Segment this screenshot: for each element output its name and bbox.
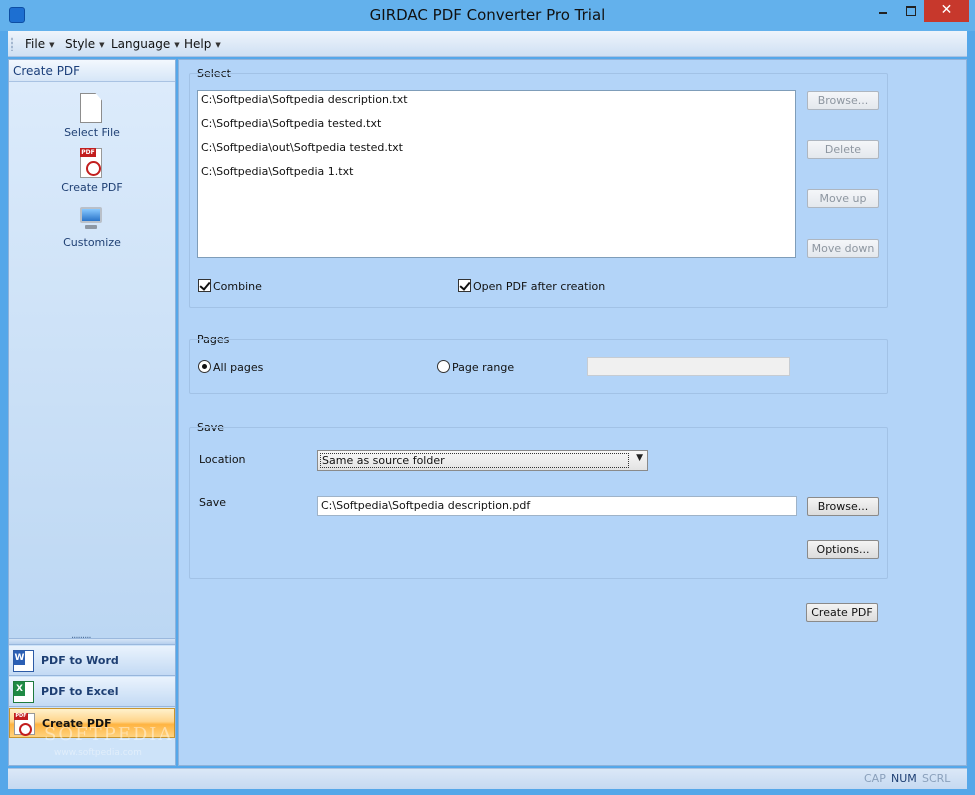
browse-files-button[interactable]: Browse... — [807, 91, 879, 110]
computer-icon — [80, 203, 102, 233]
menu-language-label: Language — [111, 37, 171, 51]
menu-bar: File ▼ Style ▼ Language ▼ Help ▼ — [8, 31, 967, 57]
chevron-down-icon: ▼ — [49, 41, 55, 49]
menu-help[interactable]: Help ▼ — [184, 37, 221, 51]
menu-file[interactable]: File ▼ — [25, 37, 54, 51]
window-title: GIRDAC PDF Converter Pro Trial — [369, 6, 606, 24]
all-pages-label: All pages — [213, 361, 264, 374]
list-item[interactable]: C:\Softpedia\out\Softpedia tested.txt — [201, 141, 403, 154]
nav-pdf-to-excel-label: PDF to Excel — [41, 685, 119, 698]
all-pages-radio[interactable]: All pages — [198, 360, 263, 374]
location-select-value: Same as source folder — [320, 453, 629, 468]
chevron-down-icon: ▼ — [174, 41, 180, 49]
status-num: NUM — [891, 772, 917, 785]
pdf-icon — [80, 148, 102, 178]
page-range-label: Page range — [452, 361, 515, 374]
chevron-down-icon: ▼ — [99, 41, 105, 49]
menu-file-label: File — [25, 37, 46, 51]
nav-pdf-to-word[interactable]: PDF to Word — [9, 646, 175, 676]
combine-check-box[interactable] — [198, 279, 211, 292]
combine-label: Combine — [213, 280, 262, 293]
nav-pdf-to-excel[interactable]: PDF to Excel — [9, 677, 175, 707]
softpedia-watermark-url: www.softpedia.com — [54, 748, 142, 758]
nav-create-pdf[interactable]: Create PDF — [9, 708, 175, 738]
page-range-field[interactable] — [587, 357, 790, 376]
open-pdf-checkbox[interactable]: Open PDF after creation — [458, 279, 605, 293]
list-item[interactable]: C:\Softpedia\Softpedia tested.txt — [201, 117, 381, 130]
nav-pdf-to-word-label: PDF to Word — [41, 654, 119, 667]
word-icon — [13, 650, 34, 672]
status-bar: CAP NUM SCRL — [8, 768, 967, 789]
all-pages-radio-button[interactable] — [198, 360, 211, 373]
page-range-radio[interactable]: Page range — [437, 360, 514, 374]
excel-icon — [13, 681, 34, 703]
task-select-file[interactable]: Select File — [9, 88, 175, 142]
close-button[interactable]: ✕ — [924, 0, 969, 22]
maximize-button[interactable] — [898, 0, 924, 22]
menu-style-label: Style — [65, 37, 96, 51]
toolbar-grip[interactable] — [11, 37, 13, 51]
menu-language[interactable]: Language ▼ — [111, 37, 180, 51]
save-path-field[interactable]: C:\Softpedia\Softpedia description.pdf — [317, 496, 797, 516]
left-panel-header: Create PDF — [9, 60, 175, 82]
file-list[interactable]: C:\Softpedia\Softpedia description.txt C… — [197, 90, 796, 258]
pdf-icon — [14, 713, 35, 736]
list-item[interactable]: C:\Softpedia\Softpedia description.txt — [201, 93, 408, 106]
task-list: Select File Create PDF Customize — [9, 82, 175, 638]
select-group: C:\Softpedia\Softpedia description.txt C… — [189, 73, 888, 308]
save-path-label: Save — [199, 496, 227, 509]
panel-splitter[interactable] — [9, 633, 175, 645]
open-pdf-check-box[interactable] — [458, 279, 471, 292]
menu-help-label: Help — [184, 37, 212, 51]
document-icon — [80, 93, 102, 123]
list-item[interactable]: C:\Softpedia\Softpedia 1.txt — [201, 165, 353, 178]
options-button[interactable]: Options... — [807, 540, 879, 559]
chevron-down-icon: ▼ — [636, 453, 643, 463]
combine-checkbox[interactable]: Combine — [198, 279, 262, 293]
open-pdf-label: Open PDF after creation — [473, 280, 606, 293]
status-cap: CAP — [864, 772, 886, 785]
task-customize[interactable]: Customize — [9, 198, 175, 252]
title-bar: GIRDAC PDF Converter Pro Trial ✕ — [0, 0, 975, 31]
task-customize-label: Customize — [63, 236, 121, 249]
main-panel: Select C:\Softpedia\Softpedia descriptio… — [178, 59, 967, 766]
create-pdf-button[interactable]: Create PDF — [806, 603, 878, 622]
nav-create-pdf-label: Create PDF — [42, 717, 112, 730]
save-group: Location Same as source folder ▼ Save C:… — [189, 427, 888, 579]
location-select[interactable]: Same as source folder ▼ — [317, 450, 648, 471]
task-create-pdf-label: Create PDF — [61, 181, 123, 194]
move-up-button[interactable]: Move up — [807, 189, 879, 208]
chevron-down-icon: ▼ — [215, 41, 221, 49]
browse-save-button[interactable]: Browse... — [807, 497, 879, 516]
minimize-button[interactable] — [868, 0, 898, 22]
page-range-radio-button[interactable] — [437, 360, 450, 373]
status-scrl: SCRL — [922, 772, 951, 785]
task-select-file-label: Select File — [64, 126, 120, 139]
menu-style[interactable]: Style ▼ — [65, 37, 105, 51]
left-panel-title: Create PDF — [13, 64, 81, 78]
location-label: Location — [199, 453, 246, 466]
task-create-pdf[interactable]: Create PDF — [9, 143, 175, 197]
pages-group: All pages Page range — [189, 339, 888, 394]
left-panel: Create PDF Select File Create PDF Custom… — [8, 59, 176, 766]
delete-button[interactable]: Delete — [807, 140, 879, 159]
move-down-button[interactable]: Move down — [807, 239, 879, 258]
